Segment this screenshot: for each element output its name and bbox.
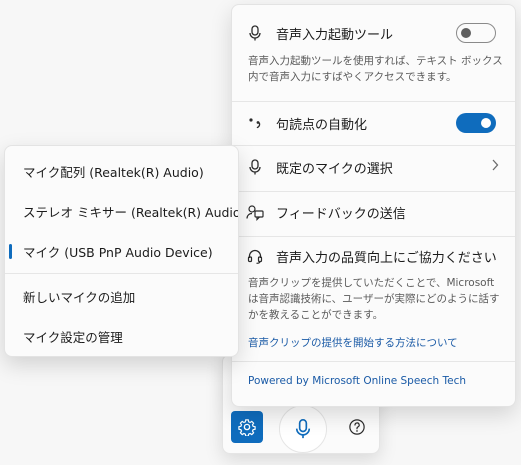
microphone-selection-menu: マイク配列 (Realtek(R) Audio) ステレオ ミキサー (Real…	[4, 145, 239, 357]
feedback-icon	[246, 203, 264, 221]
microphone-button[interactable]	[279, 405, 327, 453]
punctuation-icon	[246, 114, 264, 132]
default-microphone-label: 既定のマイクの選択	[276, 161, 393, 177]
improve-quality-row: 音声入力の品質向上にご協力ください	[232, 244, 515, 268]
divider	[232, 236, 515, 237]
manage-mic-settings-item[interactable]: マイク設定の管理	[5, 317, 238, 355]
auto-punctuation-toggle[interactable]	[456, 113, 496, 133]
launcher-label: 音声入力起動ツール	[276, 27, 394, 43]
auto-punctuation-label: 句読点の自動化	[276, 117, 368, 133]
improve-quality-label: 音声入力の品質向上にご協力ください	[276, 250, 497, 266]
default-microphone-row[interactable]: 既定のマイクの選択	[232, 155, 515, 179]
voice-clip-info-link[interactable]: 音声クリップの提供を開始する方法について	[248, 335, 458, 350]
launcher-toggle[interactable]	[456, 23, 496, 43]
auto-punctuation-row[interactable]: 句読点の自動化	[232, 111, 515, 135]
microphone-icon	[246, 158, 264, 176]
improve-quality-description: 音声クリップを提供していただくことで、Microsoft は音声認識技術に、ユー…	[248, 277, 500, 321]
send-feedback-row[interactable]: フィードバックの送信	[232, 200, 515, 224]
help-button[interactable]	[341, 411, 373, 443]
microphone-icon	[295, 419, 311, 439]
send-feedback-label: フィードバックの送信	[276, 206, 406, 222]
divider	[232, 101, 515, 102]
launcher-description: 音声入力起動ツールを使用すれば、テキスト ボックス内で音声入力にすばやくアクセス…	[248, 55, 503, 83]
toggle-knob	[481, 118, 491, 128]
toggle-knob	[461, 28, 471, 38]
divider	[5, 273, 238, 274]
help-icon	[349, 419, 365, 435]
chevron-right-icon	[491, 159, 499, 175]
gear-icon	[238, 419, 256, 436]
settings-button[interactable]	[231, 411, 263, 443]
menu-item-label: マイク設定の管理	[23, 329, 123, 345]
menu-item-stereo-mixer[interactable]: ステレオ ミキサー (Realtek(R) Audio)	[5, 192, 238, 230]
microphone-icon	[246, 24, 264, 42]
headset-icon	[246, 247, 264, 265]
menu-item-usb-mic[interactable]: マイク (USB PnP Audio Device)	[5, 232, 238, 270]
menu-item-mic-array[interactable]: マイク配列 (Realtek(R) Audio)	[5, 152, 238, 190]
divider	[232, 361, 515, 362]
powered-by-link[interactable]: Powered by Microsoft Online Speech Tech	[248, 375, 466, 387]
selected-indicator	[9, 244, 12, 259]
divider	[232, 145, 515, 146]
launcher-setting-row[interactable]: 音声入力起動ツール	[232, 21, 515, 45]
menu-item-label: マイク配列 (Realtek(R) Audio)	[23, 164, 204, 180]
menu-item-label: 新しいマイクの追加	[23, 289, 136, 305]
divider	[232, 191, 515, 192]
menu-item-label: ステレオ ミキサー (Realtek(R) Audio)	[23, 204, 239, 220]
settings-flyout: 音声入力起動ツール 音声入力起動ツールを使用すれば、テキスト ボックス内で音声入…	[231, 4, 516, 407]
voice-typing-ui: 音声入力起動ツール 音声入力起動ツールを使用すれば、テキスト ボックス内で音声入…	[0, 0, 521, 465]
menu-item-label: マイク (USB PnP Audio Device)	[23, 244, 213, 260]
add-microphone-item[interactable]: 新しいマイクの追加	[5, 277, 238, 315]
